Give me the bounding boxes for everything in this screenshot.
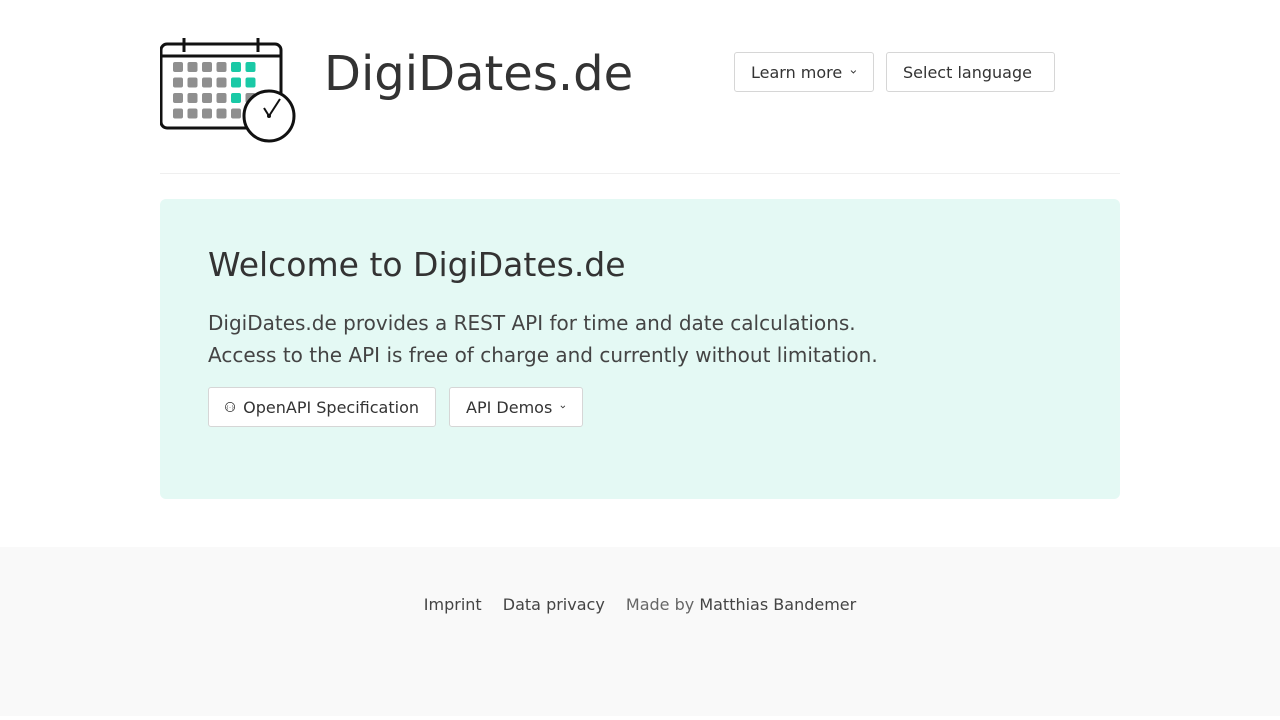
openapi-label: OpenAPI Specification	[243, 397, 419, 417]
welcome-description: DigiDates.de provides a REST API for tim…	[208, 307, 878, 371]
description-line-2: Access to the API is free of charge and …	[208, 343, 878, 367]
imprint-link[interactable]: Imprint	[424, 595, 482, 614]
site-header: DigiDates.de Learn more Select language	[160, 0, 1120, 174]
footer-links: Imprint Data privacy Made by Matthias Ba…	[0, 595, 1280, 614]
select-language-label: Select language	[903, 62, 1032, 82]
api-demos-label: API Demos	[466, 397, 553, 417]
author-link[interactable]: Matthias Bandemer	[699, 595, 856, 614]
openapi-specification-button[interactable]: {·} OpenAPI Specification	[208, 387, 436, 427]
welcome-panel: Welcome to DigiDates.de DigiDates.de pro…	[160, 199, 1120, 499]
welcome-heading: Welcome to DigiDates.de	[208, 245, 626, 284]
made-by-label: Made by	[625, 595, 695, 614]
chevron-down-icon	[560, 405, 566, 409]
select-language-dropdown[interactable]: Select language	[886, 52, 1055, 92]
api-demos-dropdown[interactable]: API Demos	[449, 387, 583, 427]
site-title[interactable]: DigiDates.de	[324, 44, 633, 104]
description-line-1: DigiDates.de provides a REST API for tim…	[208, 311, 856, 335]
learn-more-dropdown[interactable]: Learn more	[734, 52, 874, 92]
made-by-text: Made by Matthias Bandemer	[626, 595, 856, 614]
svg-text:{·}: {·}	[226, 405, 235, 411]
data-privacy-link[interactable]: Data privacy	[503, 595, 605, 614]
site-footer: Imprint Data privacy Made by Matthias Ba…	[0, 547, 1280, 716]
calendar-clock-icon[interactable]	[160, 36, 300, 146]
chevron-down-icon	[850, 70, 857, 74]
learn-more-label: Learn more	[751, 62, 843, 82]
openapi-icon: {·}	[225, 402, 236, 412]
